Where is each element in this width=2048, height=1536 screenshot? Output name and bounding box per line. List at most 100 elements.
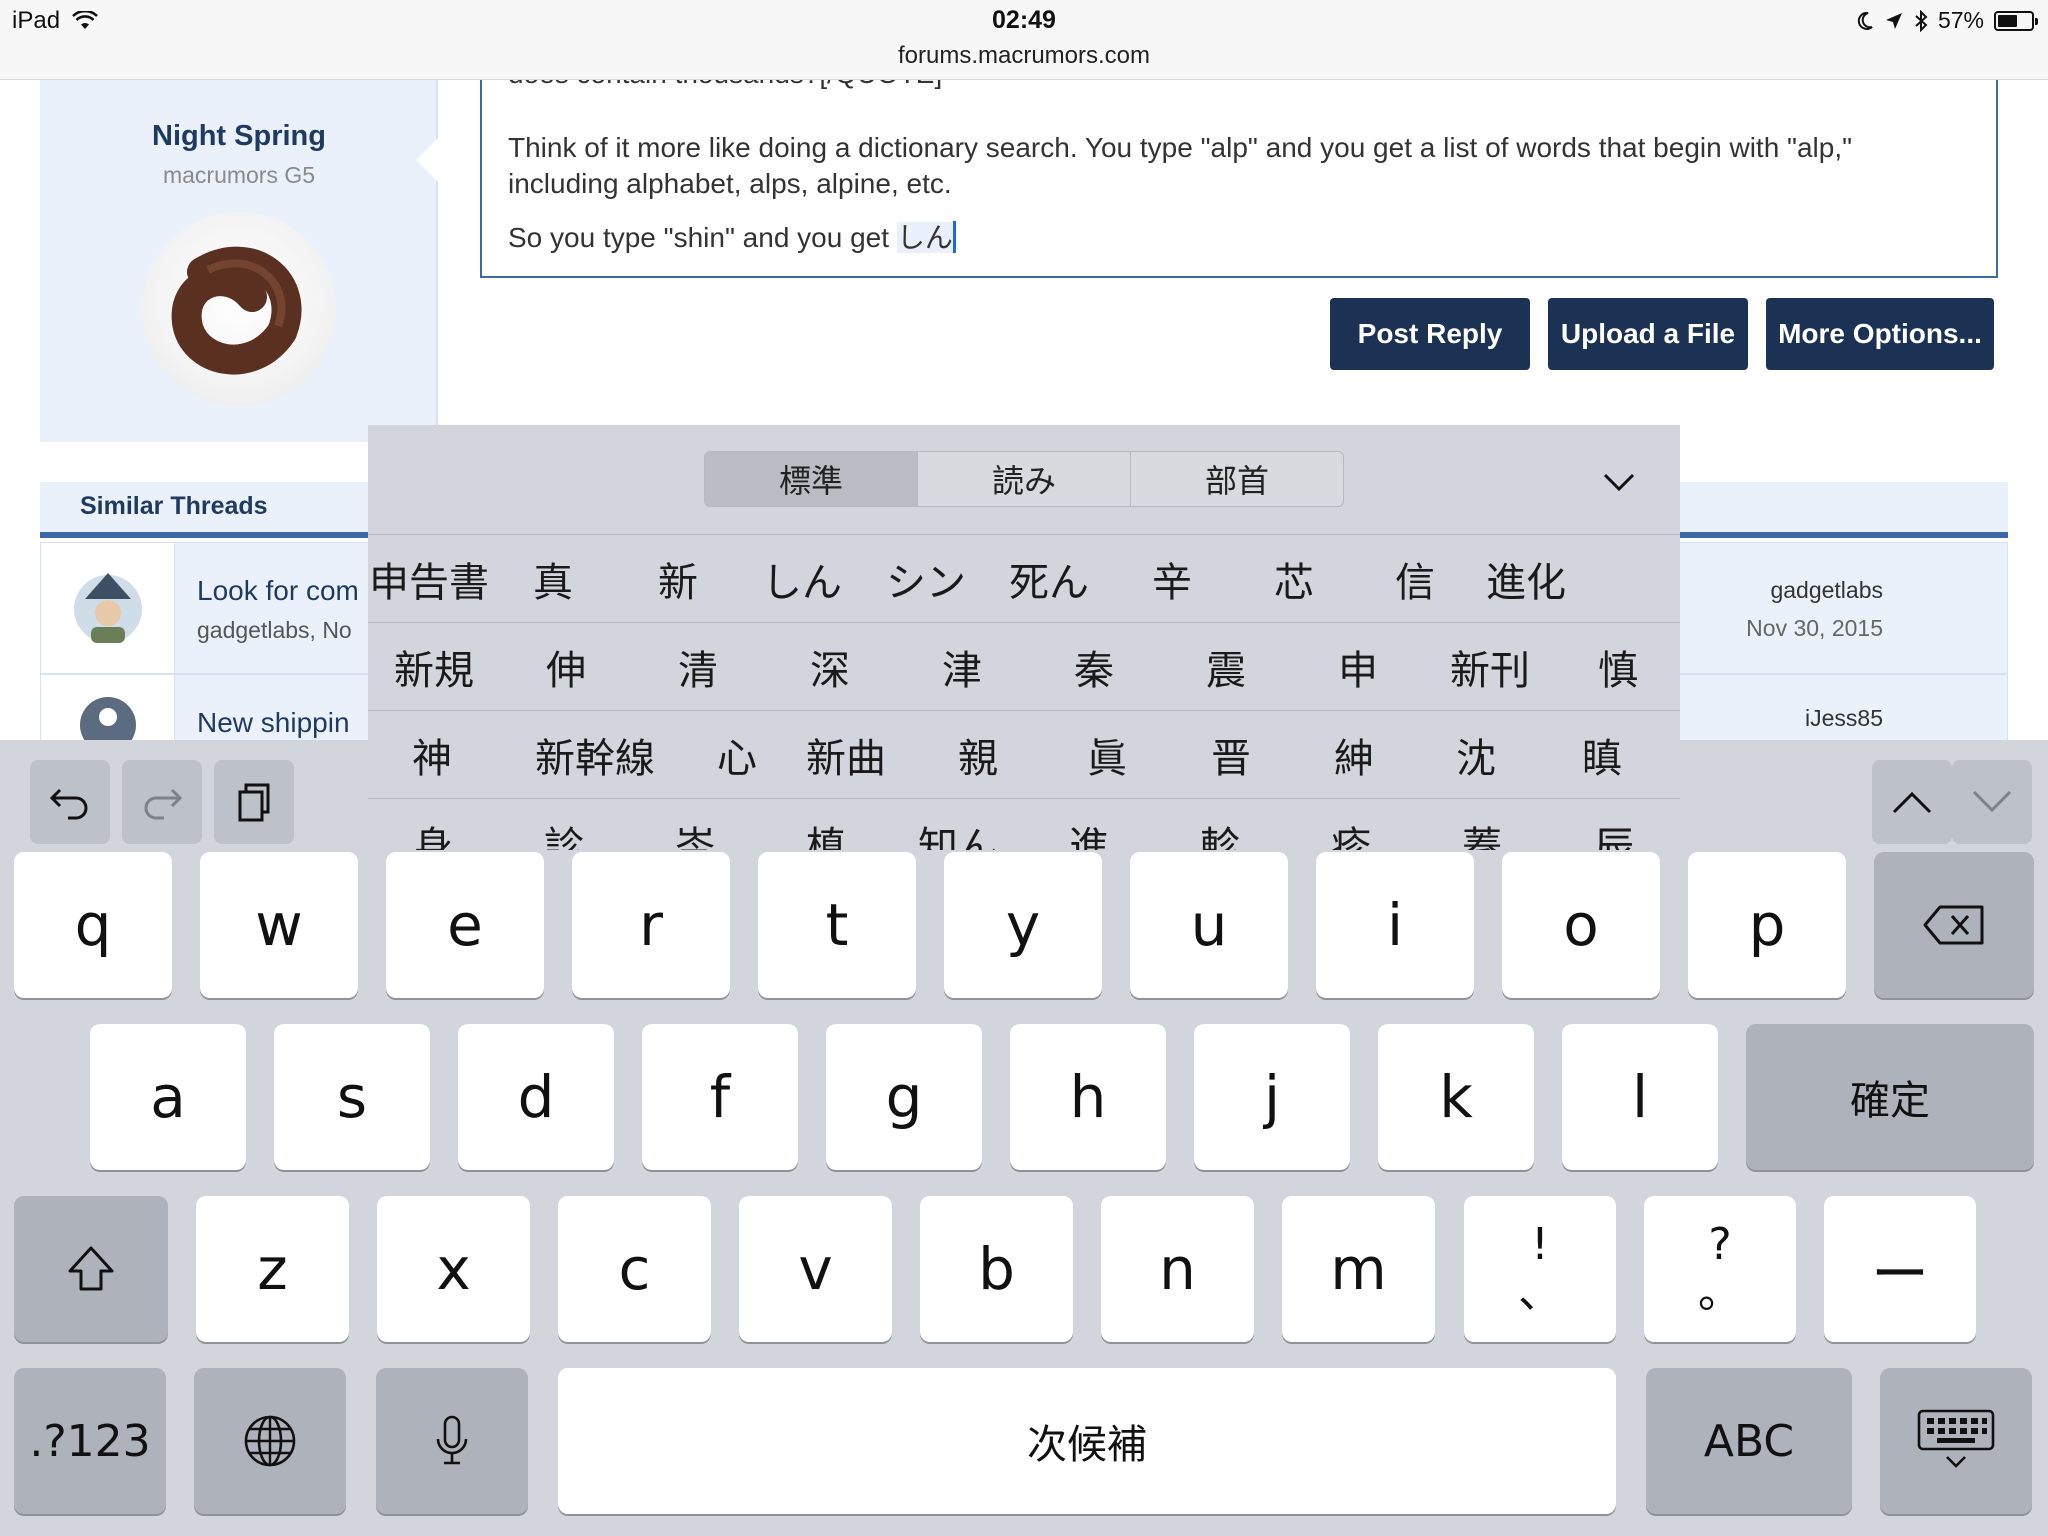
globe-key[interactable] bbox=[194, 1368, 346, 1514]
key-w[interactable]: w bbox=[200, 852, 358, 998]
candidate-item[interactable]: 神 bbox=[368, 711, 496, 799]
candidate-item[interactable]: 軫 bbox=[1154, 799, 1286, 850]
key-b[interactable]: b bbox=[920, 1196, 1073, 1342]
candidate-item[interactable]: 沈 bbox=[1416, 711, 1536, 799]
user-name[interactable]: Night Spring bbox=[40, 120, 438, 153]
candidate-item[interactable]: 岑 bbox=[630, 799, 760, 850]
key-x[interactable]: x bbox=[377, 1196, 530, 1342]
thread-last-poster[interactable]: gadgetlabs bbox=[1770, 577, 1883, 604]
reply-textarea[interactable]: does contain thousands?[/QUOTE] Think of… bbox=[480, 80, 1998, 278]
candidate-item[interactable]: 伸 bbox=[500, 623, 632, 711]
candidate-item[interactable]: 申告書 bbox=[368, 535, 490, 623]
candidate-item[interactable]: 進化 bbox=[1476, 535, 1576, 623]
key-j[interactable]: j bbox=[1194, 1024, 1350, 1170]
upload-file-button[interactable]: Upload a File bbox=[1548, 298, 1748, 370]
candidate-item[interactable]: 清 bbox=[632, 623, 764, 711]
candidate-item[interactable]: 辰 bbox=[1548, 799, 1680, 850]
dismiss-keyboard-key[interactable] bbox=[1880, 1368, 2032, 1514]
candidate-item[interactable]: 診 bbox=[498, 799, 630, 850]
candidate-item[interactable]: 秦 bbox=[1028, 623, 1160, 711]
candidate-item[interactable]: 信 bbox=[1354, 535, 1476, 623]
abc-key[interactable]: ABC bbox=[1646, 1368, 1852, 1514]
candidate-item[interactable]: しん bbox=[740, 535, 864, 623]
thread-title[interactable]: New shippin bbox=[197, 707, 350, 739]
paste-button[interactable] bbox=[214, 760, 294, 844]
key-g[interactable]: g bbox=[826, 1024, 982, 1170]
exclamation-comma-key[interactable]: ! 、 bbox=[1464, 1196, 1616, 1342]
thread-last-poster[interactable]: iJess85 bbox=[1805, 705, 1883, 732]
question-period-key[interactable]: ? 。 bbox=[1644, 1196, 1796, 1342]
tab-standard[interactable]: 標準 bbox=[705, 452, 918, 506]
candidate-item[interactable]: 瞋 bbox=[1536, 711, 1668, 799]
tab-reading[interactable]: 読み bbox=[918, 452, 1131, 506]
candidate-item[interactable]: 晋 bbox=[1170, 711, 1292, 799]
delete-key[interactable] bbox=[1874, 852, 2034, 998]
candidate-item[interactable]: 新曲 bbox=[780, 711, 912, 799]
redo-button[interactable] bbox=[122, 760, 202, 844]
candidate-item[interactable]: 新規 bbox=[368, 623, 500, 711]
candidate-item[interactable]: 疹 bbox=[1286, 799, 1416, 850]
thread-title[interactable]: Look for com bbox=[197, 575, 359, 607]
keyboard-hide-icon bbox=[1917, 1409, 1995, 1468]
key-e[interactable]: e bbox=[386, 852, 544, 998]
candidate-item[interactable]: 心 bbox=[694, 711, 780, 799]
key-r[interactable]: r bbox=[572, 852, 730, 998]
key-t[interactable]: t bbox=[758, 852, 916, 998]
shift-key[interactable] bbox=[14, 1196, 168, 1342]
candidate-item[interactable]: 槙 bbox=[760, 799, 892, 850]
candidate-item[interactable]: 親 bbox=[912, 711, 1044, 799]
candidate-item[interactable]: 眞 bbox=[1044, 711, 1170, 799]
key-a[interactable]: a bbox=[90, 1024, 246, 1170]
space-key[interactable]: 次候補 bbox=[558, 1368, 1616, 1514]
candidate-item[interactable]: 進 bbox=[1024, 799, 1154, 850]
candidate-item[interactable]: 新 bbox=[616, 535, 740, 623]
numbers-key[interactable]: .?123 bbox=[14, 1368, 166, 1514]
candidate-item[interactable]: 新幹線 bbox=[496, 711, 694, 799]
candidate-item[interactable]: 死ん bbox=[988, 535, 1110, 623]
key-o[interactable]: o bbox=[1502, 852, 1660, 998]
key-c[interactable]: c bbox=[558, 1196, 711, 1342]
key-l[interactable]: l bbox=[1562, 1024, 1718, 1170]
confirm-key[interactable]: 確定 bbox=[1746, 1024, 2034, 1170]
collapse-candidates-button[interactable] bbox=[1602, 465, 1636, 499]
candidate-item[interactable]: 紳 bbox=[1292, 711, 1416, 799]
candidate-item[interactable]: 身 bbox=[368, 799, 498, 850]
previous-field-button[interactable] bbox=[1872, 760, 1952, 844]
long-vowel-key[interactable]: ー bbox=[1824, 1196, 1976, 1342]
key-n[interactable]: n bbox=[1101, 1196, 1254, 1342]
key-u[interactable]: u bbox=[1130, 852, 1288, 998]
key-q[interactable]: q bbox=[14, 852, 172, 998]
undo-button[interactable] bbox=[30, 760, 110, 844]
avatar[interactable] bbox=[142, 212, 336, 406]
dictation-key[interactable] bbox=[376, 1368, 528, 1514]
candidate-item[interactable]: シン bbox=[864, 535, 988, 623]
key-k[interactable]: k bbox=[1378, 1024, 1534, 1170]
candidate-item[interactable]: 辛 bbox=[1110, 535, 1234, 623]
candidate-item[interactable]: 震 bbox=[1160, 623, 1292, 711]
key-v[interactable]: v bbox=[739, 1196, 892, 1342]
candidate-item[interactable]: 蓁 bbox=[1416, 799, 1548, 850]
candidate-item[interactable]: 津 bbox=[896, 623, 1028, 711]
candidate-item[interactable]: 芯 bbox=[1234, 535, 1354, 623]
key-h[interactable]: h bbox=[1010, 1024, 1166, 1170]
post-reply-button[interactable]: Post Reply bbox=[1330, 298, 1530, 370]
candidate-item[interactable]: 知ん bbox=[892, 799, 1024, 850]
key-s[interactable]: s bbox=[274, 1024, 430, 1170]
key-z[interactable]: z bbox=[196, 1196, 349, 1342]
candidate-item[interactable]: 慎 bbox=[1556, 623, 1680, 711]
key-f[interactable]: f bbox=[642, 1024, 798, 1170]
candidate-item[interactable]: 真 bbox=[490, 535, 616, 623]
key-p[interactable]: p bbox=[1688, 852, 1846, 998]
next-field-button[interactable] bbox=[1952, 760, 2032, 844]
key-d[interactable]: d bbox=[458, 1024, 614, 1170]
candidate-item[interactable]: 新刊 bbox=[1424, 623, 1556, 711]
key-y[interactable]: y bbox=[944, 852, 1102, 998]
bluetooth-icon bbox=[1915, 9, 1928, 32]
key-m[interactable]: m bbox=[1282, 1196, 1435, 1342]
tab-radical[interactable]: 部首 bbox=[1131, 452, 1343, 506]
candidate-item[interactable]: 深 bbox=[764, 623, 896, 711]
more-options-button[interactable]: More Options... bbox=[1766, 298, 1994, 370]
key-i[interactable]: i bbox=[1316, 852, 1474, 998]
url-bar[interactable]: forums.macrumors.com bbox=[0, 42, 2048, 70]
candidate-item[interactable]: 申 bbox=[1292, 623, 1424, 711]
